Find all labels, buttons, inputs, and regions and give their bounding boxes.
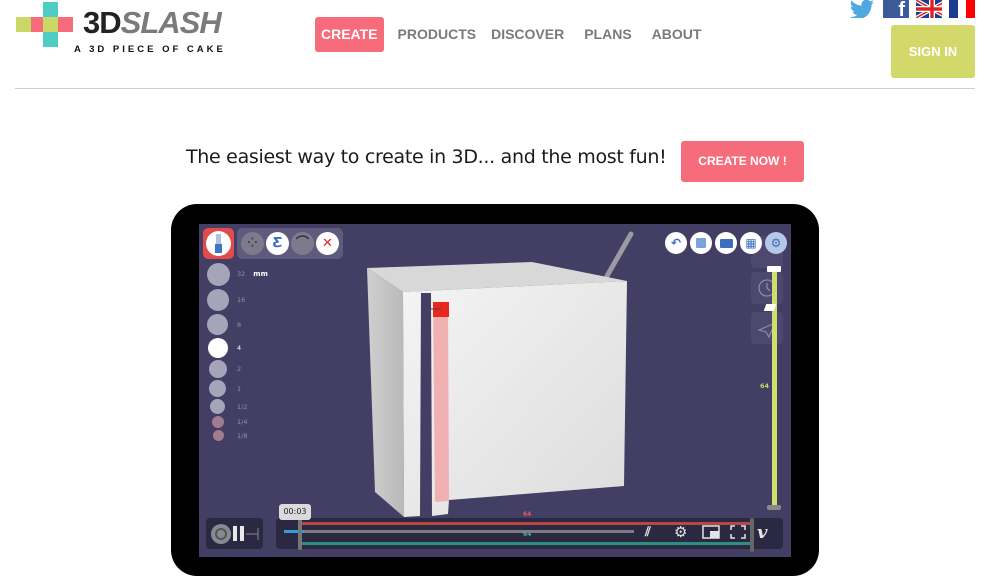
close-icon[interactable]: ✕ bbox=[316, 232, 339, 255]
fullscreen-icon[interactable] bbox=[730, 525, 746, 543]
video-pause-button[interactable] bbox=[206, 518, 263, 549]
cube-left-face bbox=[367, 268, 404, 517]
settings-icon[interactable]: ⚙ bbox=[765, 232, 787, 254]
nav-discover[interactable]: DISCOVER bbox=[491, 17, 564, 52]
size-option[interactable]: 16 bbox=[207, 289, 245, 311]
curve-tool-icon[interactable]: ⌒ bbox=[291, 232, 314, 255]
history-panel[interactable] bbox=[751, 272, 783, 304]
size-label: 16 bbox=[237, 296, 246, 304]
pip-icon[interactable] bbox=[702, 525, 720, 543]
size-label: 8 bbox=[237, 321, 242, 329]
logo[interactable]: 3DSLASH A 3D PIECE OF CAKE bbox=[16, 2, 246, 58]
demo-video[interactable]: ⁘ Ƹ ⌒ ✕ 32 mm 16 8 4 2 1 1/2 1/4 1/8 64 … bbox=[199, 224, 791, 557]
ruler-label: 64 bbox=[760, 382, 770, 390]
facebook-icon[interactable]: f bbox=[883, 0, 909, 18]
chisel-tool-button[interactable] bbox=[203, 228, 234, 259]
header-divider bbox=[15, 88, 975, 89]
logo-wordmark: 3DSLASH bbox=[83, 5, 222, 40]
size-option[interactable]: 1 bbox=[209, 380, 241, 397]
size-label: 4 bbox=[237, 344, 242, 352]
flag-uk-icon[interactable] bbox=[916, 0, 942, 18]
vimeo-logo-icon[interactable]: v bbox=[757, 522, 767, 543]
size-option[interactable]: 1/4 bbox=[212, 416, 247, 428]
hero-tagline: The easiest way to create in 3D... and t… bbox=[186, 146, 667, 168]
sign-in-button[interactable]: SIGN IN bbox=[891, 25, 975, 78]
size-unit: mm bbox=[253, 270, 268, 278]
size-label: 1/8 bbox=[237, 432, 248, 440]
size-label: 1 bbox=[237, 385, 242, 393]
social-links: f bbox=[850, 0, 982, 18]
open-folder-icon[interactable] bbox=[715, 232, 737, 254]
green-axis-track bbox=[300, 542, 750, 545]
size-option-selected[interactable]: 4 bbox=[208, 338, 241, 358]
size-option[interactable]: 32 mm bbox=[207, 263, 268, 286]
cut-slot bbox=[433, 304, 449, 502]
size-option[interactable]: 1/8 bbox=[213, 430, 247, 441]
logo-tagline: A 3D PIECE OF CAKE bbox=[74, 44, 226, 55]
ruler-foot bbox=[767, 505, 781, 510]
size-label: 32 bbox=[237, 270, 246, 278]
zigzag-tool-icon[interactable]: Ƹ bbox=[266, 232, 289, 255]
track-end-handle bbox=[750, 518, 754, 552]
scatter-tool-icon[interactable]: ⁘ bbox=[241, 232, 264, 255]
grid-icon[interactable]: ▦ bbox=[740, 232, 762, 254]
main-nav: CREATE PRODUCTS DISCOVER PLANS ABOUT bbox=[315, 17, 716, 52]
hd-off-icon[interactable]: ⫽ bbox=[645, 525, 651, 540]
video-settings-icon[interactable]: ⚙ bbox=[674, 523, 687, 541]
nav-about[interactable]: ABOUT bbox=[652, 17, 702, 52]
video-progress-track[interactable] bbox=[284, 530, 634, 533]
size-label: 1/4 bbox=[237, 418, 248, 426]
size-option[interactable]: 1/2 bbox=[210, 399, 247, 414]
logo-3d: 3D bbox=[83, 5, 122, 40]
send-panel[interactable] bbox=[751, 312, 783, 344]
flag-fr-icon[interactable] bbox=[949, 0, 975, 18]
create-now-button[interactable]: CREATE NOW ! bbox=[681, 141, 804, 182]
size-option[interactable]: 8 bbox=[207, 314, 241, 335]
twitter-icon[interactable] bbox=[850, 0, 876, 18]
tool-stick bbox=[604, 231, 634, 279]
logo-slash: SLASH bbox=[120, 5, 222, 40]
save-icon[interactable] bbox=[690, 232, 712, 254]
undo-icon[interactable]: ↶ bbox=[665, 232, 687, 254]
gray-axis-label: 64 bbox=[523, 531, 532, 538]
tool-tray: ⁘ Ƹ ⌒ ✕ bbox=[237, 228, 343, 259]
nav-products[interactable]: PRODUCTS bbox=[398, 17, 477, 52]
video-time: 00:03 bbox=[279, 504, 311, 520]
site-header: 3DSLASH A 3D PIECE OF CAKE CREATE PRODUC… bbox=[0, 0, 1008, 90]
red-axis-label: 64 bbox=[523, 511, 532, 518]
size-label: 1/2 bbox=[237, 403, 248, 411]
size-label: 2 bbox=[237, 365, 242, 373]
nav-plans[interactable]: PLANS bbox=[584, 17, 631, 52]
ruler-handle[interactable] bbox=[767, 266, 781, 272]
size-option[interactable]: 2 bbox=[209, 360, 241, 378]
logo-cross-icon bbox=[16, 2, 76, 47]
app-toolbar: ↶ ▦ ⚙ bbox=[665, 232, 790, 254]
nav-create[interactable]: CREATE bbox=[315, 17, 384, 52]
